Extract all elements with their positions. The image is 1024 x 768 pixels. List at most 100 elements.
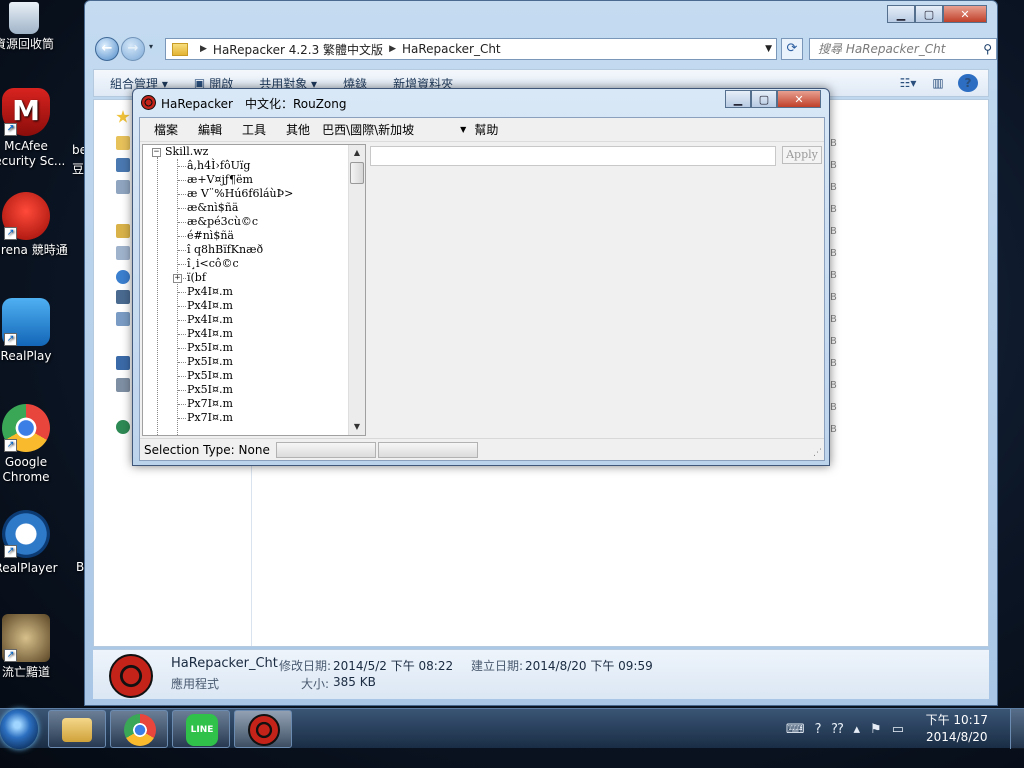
recycle-bin-shortcut[interactable]: 資源回收筒	[0, 0, 66, 52]
tree-node[interactable]: æ&pé3cù©c	[187, 215, 258, 229]
region-select[interactable]: 巴西\國際\新加坡 ▼	[322, 121, 466, 138]
menu-file[interactable]: 檔案	[154, 121, 178, 138]
folder-icon	[172, 42, 188, 56]
tree-node[interactable]: Px4I¤.m	[187, 299, 233, 313]
network-tray-icon[interactable]: ▭	[892, 722, 904, 737]
realplay-icon: ↗	[2, 298, 50, 346]
search-icon: ⚲	[983, 42, 992, 56]
address-dropdown-icon[interactable]: ▼	[765, 44, 772, 54]
search-input[interactable]: 搜尋 HaRepacker_Cht ⚲	[809, 38, 997, 60]
maximize-button[interactable]: ▢	[915, 5, 943, 23]
libraries-icon[interactable]	[116, 224, 130, 238]
help-icon[interactable]: ?	[958, 74, 978, 92]
tree-node[interactable]: Px4I¤.m	[187, 327, 233, 341]
chrome-taskbar-button[interactable]	[110, 710, 168, 748]
back-button[interactable]: ←	[95, 37, 119, 61]
tree-node[interactable]: Px4I¤.m	[187, 285, 233, 299]
action-center-flag-icon[interactable]: ⚑	[870, 722, 882, 737]
drive-icon[interactable]	[116, 378, 130, 392]
tree-root-node[interactable]: Skill.wz	[165, 145, 208, 159]
resize-grip-icon[interactable]: ⋰	[813, 448, 822, 458]
minimize-button[interactable]: ▁	[725, 90, 751, 108]
line-taskbar-button[interactable]: LINE	[172, 710, 230, 748]
tree-scrollbar[interactable]: ▲ ▼	[348, 145, 365, 435]
value-input[interactable]	[370, 146, 776, 166]
keyboard-icon[interactable]: ⌨	[786, 722, 805, 737]
harepacker-taskbar-button[interactable]	[234, 710, 292, 748]
scroll-down-icon[interactable]: ▼	[349, 419, 365, 435]
column-fragment: B	[830, 182, 837, 193]
chrome-shortcut[interactable]: ↗ Google Chrome	[0, 404, 68, 485]
forward-button[interactable]: →	[121, 37, 145, 61]
videos-nav-icon[interactable]	[116, 312, 130, 326]
breadcrumb-separator-icon[interactable]: ▶	[200, 44, 207, 54]
breadcrumb-item[interactable]: HaRepacker 4.2.3 繁體中文版	[213, 41, 383, 58]
progress-bar	[275, 441, 376, 458]
wz-tree-view[interactable]: − Skill.wz â,h4Ì›fôUïg æ+V¤jƒ¶ëm æ V¨%Hú6f…	[142, 144, 366, 436]
computer-icon[interactable]	[116, 356, 130, 370]
minimize-button[interactable]: ▁	[887, 5, 915, 23]
tree-node[interactable]: Px7I¤.m	[187, 411, 233, 425]
tree-node[interactable]: â,h4Ì›fôUïg	[187, 159, 250, 173]
show-desktop-button[interactable]	[1010, 709, 1024, 749]
explorer-taskbar-button[interactable]	[48, 710, 106, 748]
desktop-nav-icon[interactable]	[116, 158, 130, 172]
column-fragment: B	[830, 402, 837, 413]
mcafee-shortcut[interactable]: M↗ McAfee Security Sc...	[0, 88, 68, 169]
menu-other[interactable]: 其他	[286, 121, 310, 138]
folder-icon[interactable]	[116, 136, 130, 150]
tree-connector	[178, 180, 186, 181]
refresh-button[interactable]: ⟳	[781, 38, 803, 60]
tree-node[interactable]: é#nì$ñä	[187, 229, 234, 243]
realplayer-shortcut[interactable]: ↗ RealPlayer	[0, 510, 68, 576]
menu-tools[interactable]: 工具	[242, 121, 266, 138]
tree-node[interactable]: æ V¨%Hú6f6láùÞ>	[187, 187, 293, 201]
tree-node[interactable]: Px5I¤.m	[187, 355, 233, 369]
tree-node[interactable]: Px5I¤.m	[187, 383, 233, 397]
music-nav-icon[interactable]	[116, 270, 130, 284]
tree-node[interactable]: æ&nì$ñä	[187, 201, 238, 215]
maximize-button[interactable]: ▢	[751, 90, 777, 108]
realplay-shortcut[interactable]: ↗ RealPlay	[0, 298, 68, 364]
network-icon[interactable]	[116, 420, 130, 434]
expand-node-icon[interactable]: +	[173, 274, 182, 283]
tree-node[interactable]: î q8hBïfKnæð	[187, 243, 263, 257]
scroll-thumb[interactable]	[350, 162, 364, 184]
scroll-up-icon[interactable]: ▲	[349, 145, 365, 161]
pane-splitter[interactable]	[366, 144, 372, 436]
address-bar[interactable]: ▶ HaRepacker 4.2.3 繁體中文版 ▶ HaRepacker_Ch…	[165, 38, 777, 60]
clock[interactable]: 下午 10:17 2014/8/20	[926, 712, 988, 746]
start-button[interactable]	[0, 709, 38, 749]
tree-node[interactable]: ï(bf	[187, 271, 206, 285]
tree-node[interactable]: Px7I¤.m	[187, 397, 233, 411]
tree-node[interactable]: æ+V¤jƒ¶ëm	[187, 173, 253, 187]
poe-shortcut[interactable]: ↗ 流亡黯道	[0, 614, 68, 680]
menu-edit[interactable]: 編輯	[198, 121, 222, 138]
pictures-nav-icon[interactable]	[116, 290, 130, 304]
collapse-node-icon[interactable]: −	[152, 148, 161, 157]
menu-help[interactable]: 幫助	[474, 121, 498, 138]
tree-node[interactable]: Px5I¤.m	[187, 369, 233, 383]
close-button[interactable]: ✕	[777, 90, 821, 108]
show-hidden-icons-icon[interactable]: ▴	[854, 722, 861, 737]
close-button[interactable]: ✕	[943, 5, 987, 23]
documents-nav-icon[interactable]	[116, 246, 130, 260]
view-options-icon[interactable]: ☷▾	[898, 74, 918, 92]
tree-node[interactable]: Px5I¤.m	[187, 341, 233, 355]
downloads-nav-icon[interactable]	[116, 180, 130, 194]
favorites-star-icon[interactable]	[116, 110, 130, 123]
modified-label: 修改日期:	[279, 659, 332, 673]
apply-button[interactable]: Apply	[782, 146, 822, 164]
garena-shortcut[interactable]: ↗ Garena 競時通	[0, 192, 68, 258]
breadcrumb-separator-icon[interactable]: ▶	[389, 44, 396, 54]
tree-connector	[178, 250, 186, 251]
breadcrumb-item[interactable]: HaRepacker_Cht	[402, 42, 501, 56]
ime-icon[interactable]: ⁇	[832, 722, 844, 737]
window-caption-buttons: ▁ ▢ ✕	[887, 5, 987, 23]
help-tray-icon[interactable]: ?	[815, 722, 822, 737]
recent-pages-dropdown-icon[interactable]: ▾	[149, 42, 153, 51]
tree-node[interactable]: î¸i<cô©c	[187, 257, 239, 271]
tree-node[interactable]: Px4I¤.m	[187, 313, 233, 327]
column-fragment: B	[830, 138, 837, 149]
preview-pane-icon[interactable]: ▥	[928, 74, 948, 92]
